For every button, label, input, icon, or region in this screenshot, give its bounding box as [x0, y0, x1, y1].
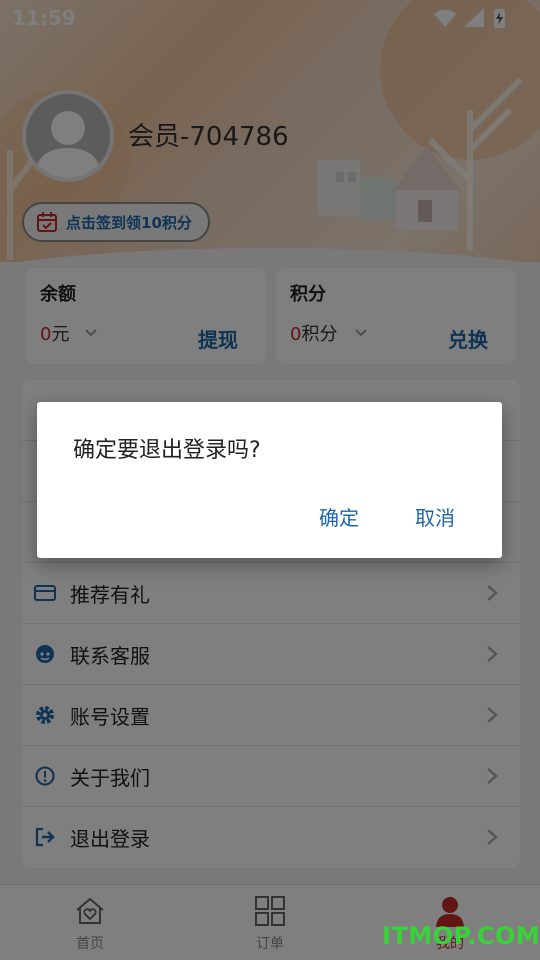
logout-confirm-dialog: 确定要退出登录吗? 确定 取消 [37, 402, 502, 558]
dialog-message: 确定要退出登录吗? [73, 438, 261, 463]
confirm-button[interactable]: 确定 [319, 502, 359, 531]
cancel-button[interactable]: 取消 [415, 502, 455, 531]
watermark: ITMOP.COM [382, 922, 540, 950]
